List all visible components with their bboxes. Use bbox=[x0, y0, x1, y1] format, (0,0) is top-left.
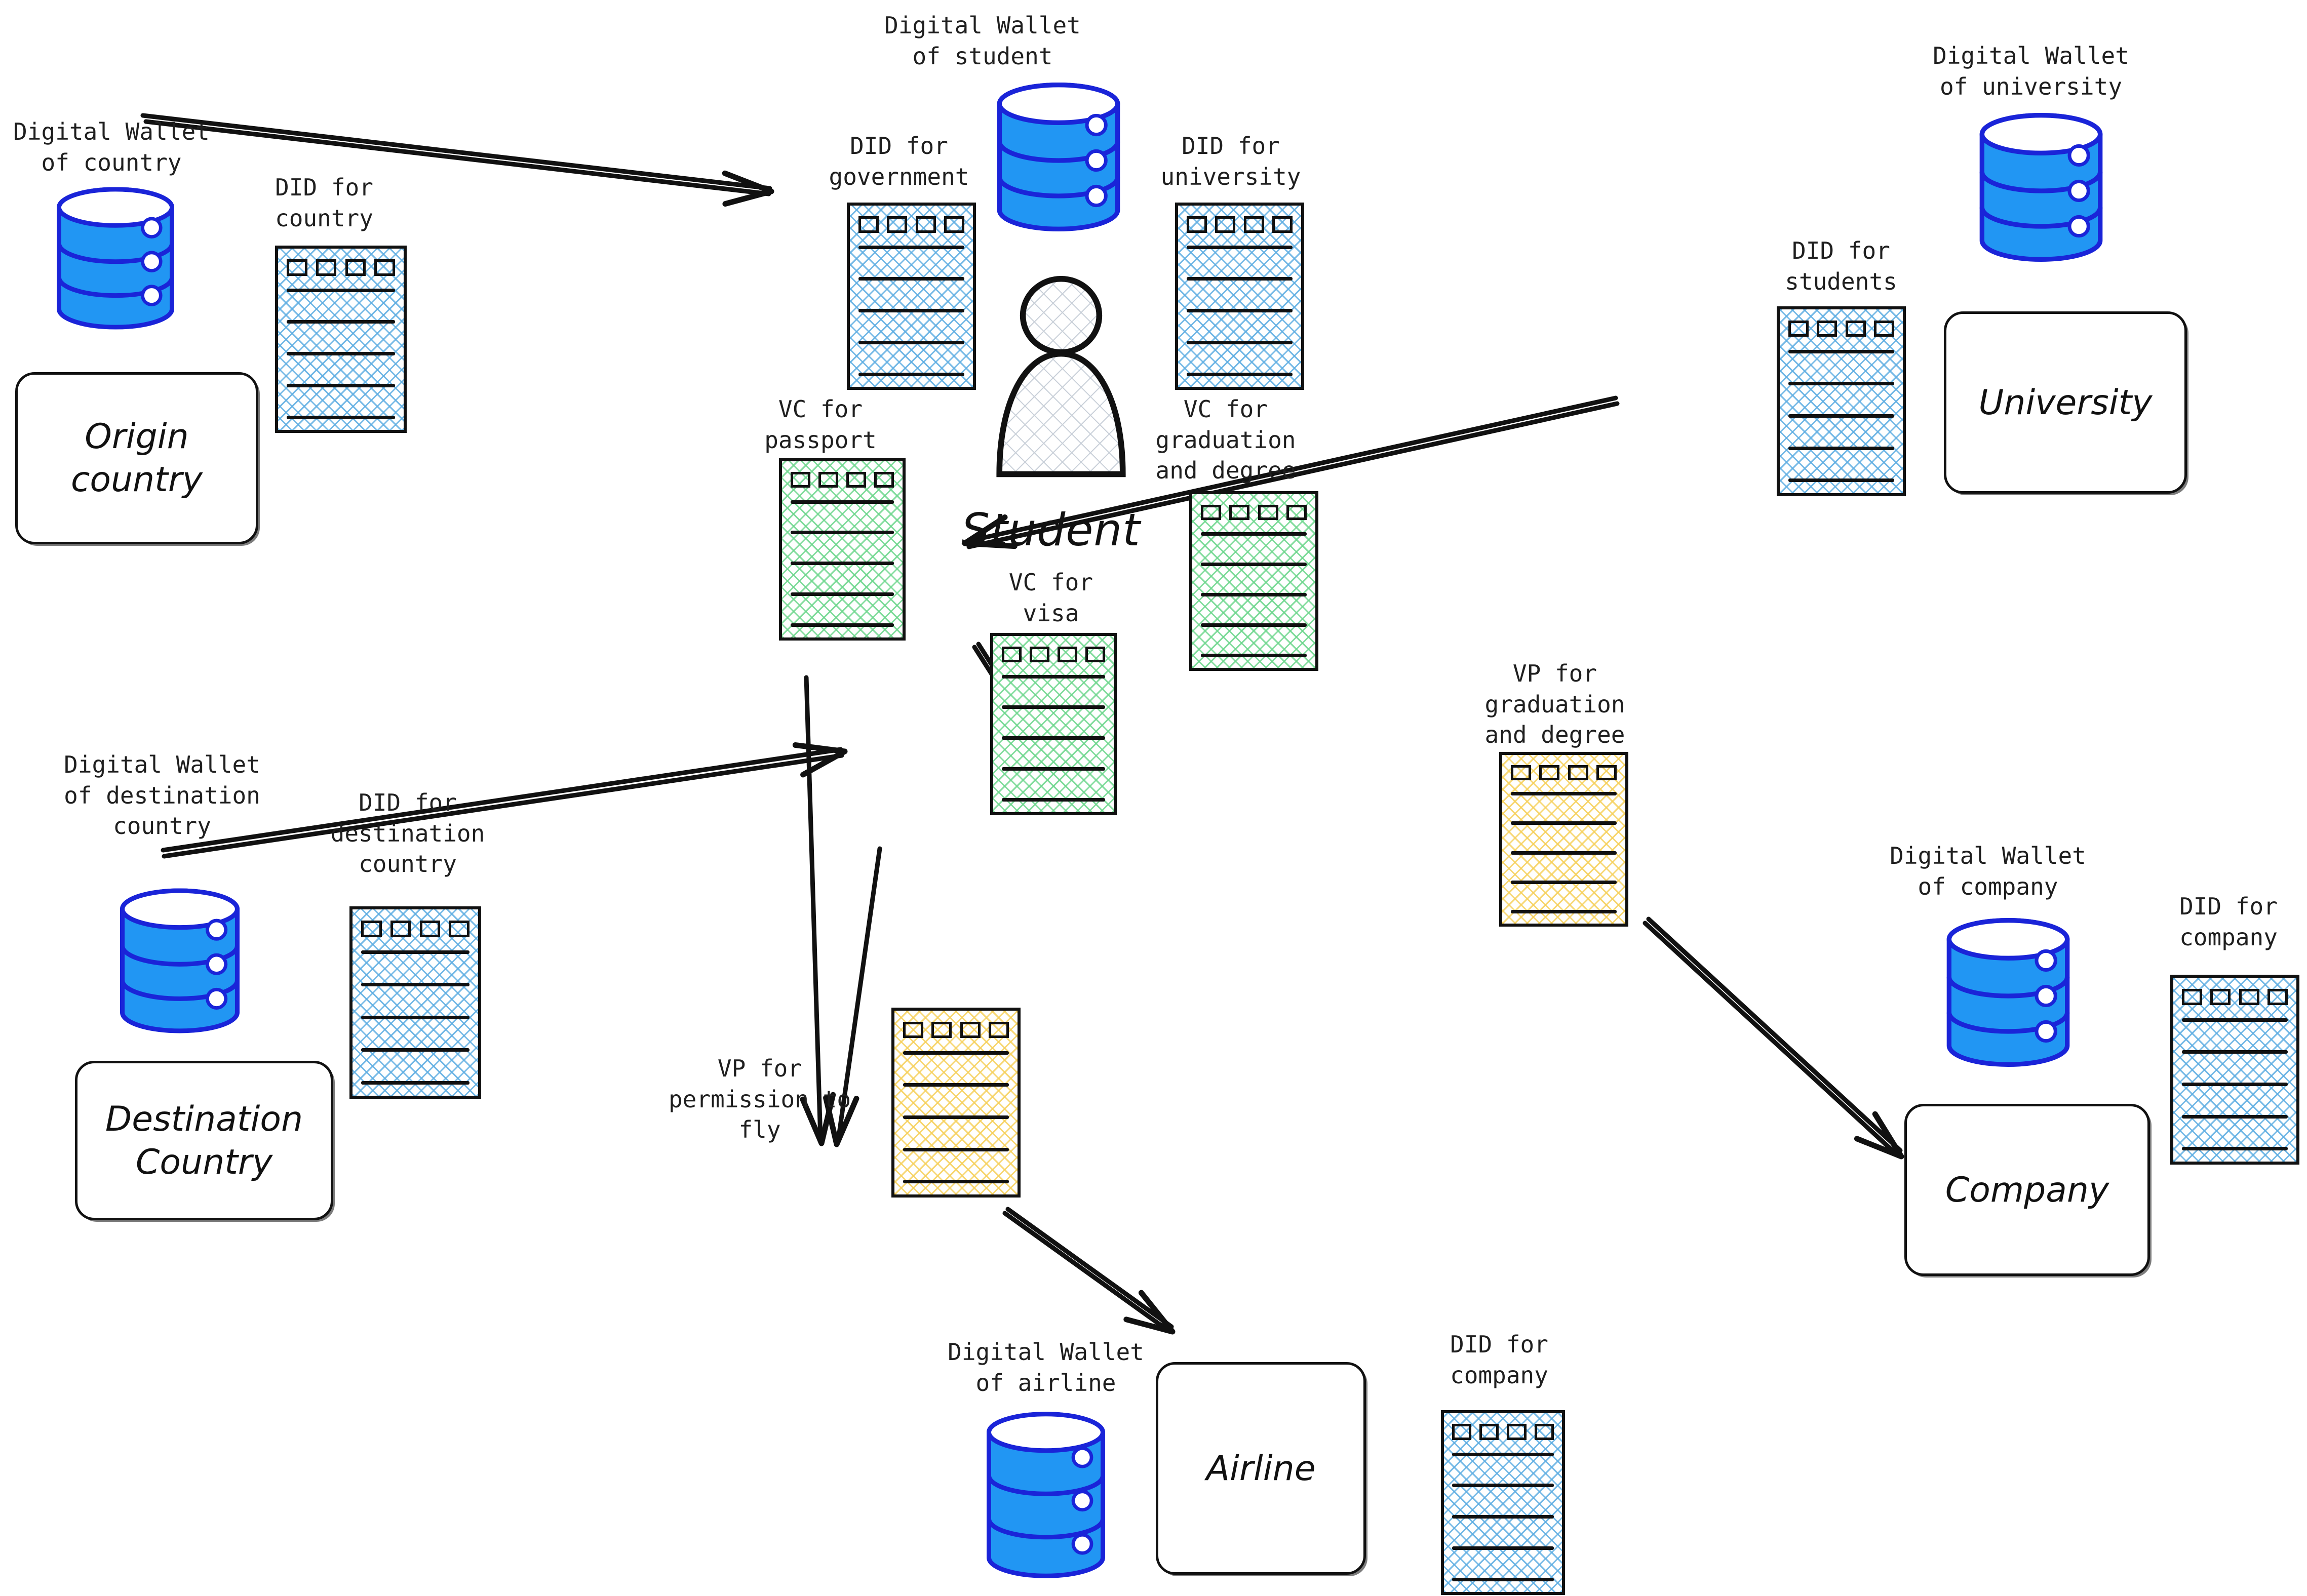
wallet-university-label: Digital Wallet of university bbox=[1933, 42, 2129, 100]
did-university-box-row bbox=[1187, 216, 1293, 233]
vc-passport-document[interactable] bbox=[779, 458, 906, 641]
did-company-airline-label: DID for company bbox=[1450, 1331, 1548, 1389]
did-country-line-rows bbox=[287, 288, 395, 419]
did-company-airline-line-rows bbox=[1452, 1452, 1554, 1581]
wallet-airline-icon bbox=[977, 1405, 1114, 1585]
did-country-box-row bbox=[287, 259, 395, 276]
node-destination-country[interactable]: Destination Country bbox=[75, 1061, 333, 1220]
vp-fly-label: VP for permission to fly bbox=[668, 1055, 851, 1144]
vc-visa-line-rows bbox=[1001, 674, 1106, 802]
vp-fly-line-rows bbox=[903, 1051, 1009, 1184]
did-university-line-rows bbox=[1187, 245, 1293, 376]
did-university-document[interactable] bbox=[1175, 203, 1304, 390]
did-company-airline-document[interactable] bbox=[1441, 1410, 1565, 1595]
node-airline-label: Airline bbox=[1206, 1448, 1316, 1489]
did-destination-line-rows bbox=[361, 950, 470, 1085]
wallet-student-label: Digital Wallet of student bbox=[884, 12, 1081, 70]
did-company-airline-box-row bbox=[1452, 1424, 1554, 1440]
wallet-company-icon bbox=[1937, 911, 2079, 1073]
vp-permission-to-fly-document[interactable] bbox=[891, 1008, 1021, 1198]
vc-graduation-line-rows bbox=[1201, 532, 1307, 658]
node-airline[interactable]: Airline bbox=[1156, 1362, 1366, 1575]
vc-visa-label: VC for visa bbox=[1008, 569, 1093, 627]
vc-graduation-document[interactable] bbox=[1189, 491, 1318, 671]
did-country-label: DID for country bbox=[275, 174, 373, 232]
did-company-box-row bbox=[2182, 988, 2288, 1006]
did-destination-document[interactable] bbox=[349, 906, 481, 1099]
did-university-label: DID for university bbox=[1160, 132, 1301, 190]
did-government-document[interactable] bbox=[847, 203, 976, 390]
student-label: Student bbox=[961, 504, 1141, 556]
vc-passport-label: VC for passport bbox=[764, 395, 877, 454]
did-students-label: DID for students bbox=[1785, 237, 1897, 295]
did-company-document[interactable] bbox=[2170, 975, 2299, 1165]
vp-fly-box-row bbox=[903, 1021, 1009, 1039]
vp-graduation-line-rows bbox=[1511, 792, 1617, 913]
node-university-label: University bbox=[1978, 382, 2153, 423]
node-origin-country-label: Origin country bbox=[70, 417, 203, 500]
vp-graduation-box-row bbox=[1511, 765, 1617, 780]
did-government-box-row bbox=[858, 216, 964, 233]
wallet-destination-icon bbox=[109, 886, 251, 1035]
student-avatar-icon bbox=[988, 273, 1135, 481]
wallet-university-icon bbox=[1970, 109, 2112, 266]
edge-vp-graduation-to-company bbox=[1643, 921, 1899, 1157]
vc-graduation-label: VC for graduation and degree bbox=[1155, 395, 1296, 485]
vp-graduation-document[interactable] bbox=[1499, 752, 1628, 927]
diagram-canvas: Digital Wallet of country Origin country… bbox=[0, 0, 2307, 1596]
vc-visa-box-row bbox=[1001, 646, 1106, 663]
vc-passport-line-rows bbox=[790, 500, 894, 627]
wallet-airline-label: Digital Wallet of airline bbox=[948, 1338, 1144, 1397]
did-students-document[interactable] bbox=[1777, 306, 1906, 496]
did-country-document[interactable] bbox=[275, 246, 407, 433]
node-company[interactable]: Company bbox=[1904, 1104, 2150, 1276]
vc-graduation-box-row bbox=[1201, 504, 1307, 521]
vc-passport-box-row bbox=[790, 471, 894, 488]
did-destination-box-row bbox=[361, 921, 470, 938]
wallet-country-icon bbox=[45, 185, 186, 332]
wallet-destination-label: Digital Wallet of destination country bbox=[64, 751, 260, 840]
did-students-box-row bbox=[1788, 320, 1894, 337]
did-company-line-rows bbox=[2182, 1018, 2288, 1151]
did-destination-label: DID for destination country bbox=[330, 789, 485, 878]
edge-vp-fly-to-airline bbox=[1002, 1211, 1171, 1333]
edge-did-country-to-vc-passport bbox=[140, 113, 772, 191]
vc-visa-document[interactable] bbox=[990, 633, 1117, 815]
node-origin-country[interactable]: Origin country bbox=[15, 372, 258, 544]
wallet-company-label: Digital Wallet of company bbox=[1890, 842, 2086, 900]
did-students-line-rows bbox=[1788, 349, 1894, 483]
node-company-label: Company bbox=[1945, 1170, 2109, 1210]
did-government-label: DID for government bbox=[829, 132, 969, 190]
node-university[interactable]: University bbox=[1944, 311, 2187, 494]
wallet-student-icon bbox=[988, 78, 1129, 235]
vp-graduation-label: VP for graduation and degree bbox=[1484, 660, 1625, 749]
did-government-line-rows bbox=[858, 245, 964, 376]
did-company-label: DID for company bbox=[2179, 893, 2278, 951]
wallet-country-label: Digital Wallet of country bbox=[13, 118, 210, 176]
node-destination-country-label: Destination Country bbox=[105, 1099, 303, 1182]
